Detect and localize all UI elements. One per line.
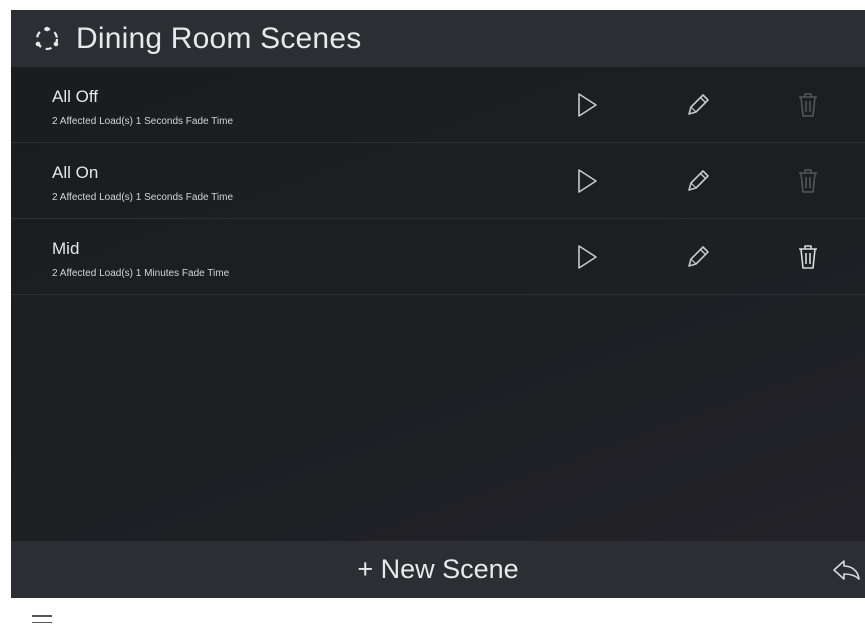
scene-name: Mid — [52, 239, 80, 258]
play-icon[interactable] — [571, 89, 603, 121]
page-title: Dining Room Scenes — [76, 21, 362, 55]
trash-icon[interactable] — [792, 241, 824, 273]
menu-handle-icon[interactable] — [32, 615, 52, 625]
scene-name: All Off — [52, 87, 98, 106]
scene-row-all-off[interactable]: All Off 2 Affected Load(s) 1 Seconds Fad… — [11, 67, 865, 143]
scene-row-mid[interactable]: Mid 2 Affected Load(s) 1 Minutes Fade Ti… — [11, 219, 865, 295]
play-icon[interactable] — [571, 165, 603, 197]
scene-row-all-on[interactable]: All On 2 Affected Load(s) 1 Seconds Fade… — [11, 143, 865, 219]
footer-bar: + New Scene — [11, 541, 865, 598]
trash-icon[interactable] — [792, 89, 824, 121]
play-icon[interactable] — [571, 241, 603, 273]
bottom-bar — [0, 598, 865, 638]
trash-icon[interactable] — [792, 165, 824, 197]
scene-list: All Off 2 Affected Load(s) 1 Seconds Fad… — [11, 67, 865, 541]
back-arrow-icon[interactable] — [829, 555, 863, 585]
pencil-icon[interactable] — [682, 165, 714, 197]
scenes-icon — [32, 24, 62, 54]
scene-name: All On — [52, 163, 99, 182]
pencil-icon[interactable] — [682, 89, 714, 121]
pencil-icon[interactable] — [682, 241, 714, 273]
scene-details: 2 Affected Load(s) 1 Minutes Fade Time — [52, 268, 230, 279]
scene-details: 2 Affected Load(s) 1 Seconds Fade Time — [52, 192, 234, 203]
scene-details: 2 Affected Load(s) 1 Seconds Fade Time — [52, 116, 234, 127]
new-scene-button[interactable]: + New Scene — [11, 541, 865, 598]
header-bar: Dining Room Scenes — [11, 10, 865, 67]
scenes-screen: Dining Room Scenes All Off 2 Affected Lo… — [11, 10, 865, 598]
